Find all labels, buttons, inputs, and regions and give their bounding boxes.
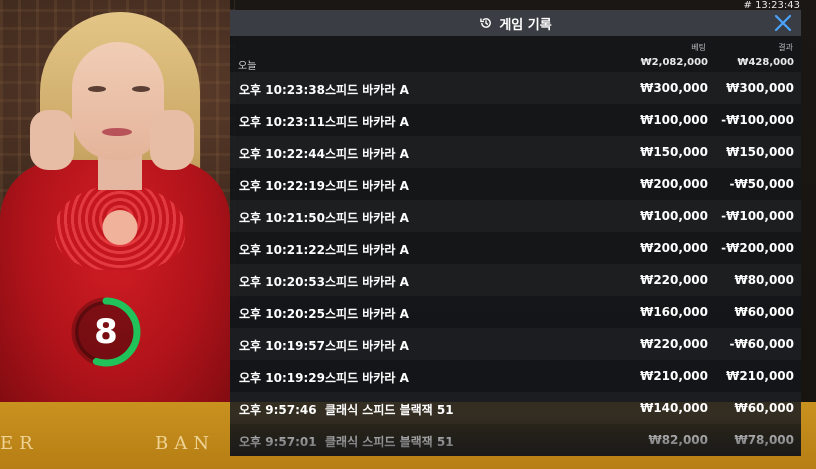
history-row[interactable]: 오후 10:20:25 스피드 바카라 A ₩160,000 ₩60,000 [230, 296, 801, 328]
row-result: ₩210,000 [726, 369, 794, 383]
panel-header: 게임 기록 [230, 10, 801, 36]
row-bet: ₩82,000 [648, 433, 708, 447]
history-row[interactable]: 오후 10:21:50 스피드 바카라 A ₩100,000 -₩100,000 [230, 200, 801, 232]
history-row[interactable]: 오후 9:57:01 클래식 스피드 블랙잭 51 ₩82,000 ₩78,00… [230, 424, 801, 456]
row-result: -₩100,000 [721, 113, 794, 127]
row-time: 오후 10:20:53 [239, 275, 325, 289]
row-result: -₩200,000 [721, 241, 794, 255]
column-header-bet: 베팅 [691, 43, 706, 52]
history-row[interactable]: 오후 10:23:11 스피드 바카라 A ₩100,000 -₩100,000 [230, 104, 801, 136]
history-row[interactable]: 오후 10:21:22 스피드 바카라 A ₩200,000 -₩200,000 [230, 232, 801, 264]
row-bet: ₩100,000 [640, 209, 708, 223]
row-game: 스피드 바카라 A [325, 83, 409, 97]
history-row[interactable]: 오후 10:23:38 스피드 바카라 A ₩300,000 ₩300,000 [230, 72, 801, 104]
row-game: 스피드 바카라 A [325, 339, 409, 353]
row-bet: ₩200,000 [640, 241, 708, 255]
row-game: 스피드 바카라 A [325, 243, 409, 257]
row-game: 클래식 스피드 블랙잭 51 [325, 435, 454, 449]
timer-value: 8 [94, 312, 118, 352]
history-row[interactable]: 오후 10:22:19 스피드 바카라 A ₩200,000 -₩50,000 [230, 168, 801, 200]
row-bet: ₩210,000 [640, 369, 708, 383]
history-row[interactable]: 오후 10:19:29 스피드 바카라 A ₩210,000 ₩210,000 [230, 360, 801, 392]
row-time: 오후 10:21:22 [239, 243, 325, 257]
history-row[interactable]: 오후 10:20:53 스피드 바카라 A ₩220,000 ₩80,000 [230, 264, 801, 296]
row-bet: ₩100,000 [640, 113, 708, 127]
row-result: ₩300,000 [726, 81, 794, 95]
row-game: 스피드 바카라 A [325, 371, 409, 385]
row-time: 오후 10:19:57 [239, 339, 325, 353]
history-icon [480, 18, 492, 28]
row-game: 스피드 바카라 A [325, 115, 409, 129]
dealer-hand-left [30, 110, 74, 170]
row-time: 오후 10:23:11 [239, 115, 325, 129]
row-result: ₩78,000 [734, 433, 794, 447]
day-summary-row: 오늘 ₩2,082,000 ₩428,000 [230, 56, 801, 72]
row-game: 스피드 바카라 A [325, 307, 409, 321]
dress-lace [55, 185, 185, 270]
row-result: ₩60,000 [734, 305, 794, 319]
row-bet: ₩220,000 [640, 337, 708, 351]
row-time: 오후 10:22:19 [239, 179, 325, 193]
column-header-result: 결과 [778, 43, 793, 52]
dealer-hand-right [150, 110, 194, 170]
row-result: ₩150,000 [726, 145, 794, 159]
row-time: 오후 9:57:01 [239, 435, 317, 449]
row-time: 오후 10:19:29 [239, 371, 325, 385]
table-text-right: BAN [155, 433, 215, 454]
row-time: 오후 10:23:38 [239, 83, 325, 97]
game-history-panel: 게임 기록 베팅 결과 오늘 ₩2,082,000 ₩428,000 오후 10… [230, 10, 801, 456]
panel-title: 게임 기록 [499, 17, 552, 33]
row-time: 오후 10:21:50 [239, 211, 325, 225]
history-row[interactable]: 오후 10:22:44 스피드 바카라 A ₩150,000 ₩150,000 [230, 136, 801, 168]
row-time: 오후 9:57:46 [239, 403, 317, 417]
row-bet: ₩150,000 [640, 145, 708, 159]
row-result: -₩60,000 [729, 337, 794, 351]
row-result: -₩100,000 [721, 209, 794, 223]
row-game: 스피드 바카라 A [325, 275, 409, 289]
row-time: 오후 10:22:44 [239, 147, 325, 161]
history-row[interactable]: 오후 10:19:57 스피드 바카라 A ₩220,000 -₩60,000 [230, 328, 801, 360]
close-icon[interactable] [773, 13, 793, 33]
row-game: 스피드 바카라 A [325, 211, 409, 225]
column-headers: 베팅 결과 [230, 36, 801, 56]
row-bet: ₩160,000 [640, 305, 708, 319]
panel-title-group: 게임 기록 [479, 14, 552, 33]
row-game: 스피드 바카라 A [325, 179, 409, 193]
row-game: 스피드 바카라 A [325, 147, 409, 161]
row-bet: ₩200,000 [640, 177, 708, 191]
day-label: 오늘 [238, 61, 257, 72]
row-time: 오후 10:20:25 [239, 307, 325, 321]
day-total-result: ₩428,000 [737, 57, 794, 68]
row-result: ₩60,000 [734, 401, 794, 415]
row-game: 클래식 스피드 블랙잭 51 [325, 403, 454, 417]
row-result: -₩50,000 [729, 177, 794, 191]
dealer-eye-right [132, 86, 150, 92]
row-result: ₩80,000 [734, 273, 794, 287]
dealer-eye-left [88, 86, 106, 92]
day-total-bet: ₩2,082,000 [640, 57, 708, 68]
table-text-left: ER [0, 433, 39, 454]
row-bet: ₩220,000 [640, 273, 708, 287]
row-bet: ₩300,000 [640, 81, 708, 95]
dealer-lips [102, 128, 132, 136]
history-row[interactable]: 오후 9:57:46 클래식 스피드 블랙잭 51 ₩140,000 ₩60,0… [230, 392, 801, 424]
row-bet: ₩140,000 [640, 401, 708, 415]
history-list: 오후 10:23:38 스피드 바카라 A ₩300,000 ₩300,000 … [230, 72, 801, 456]
